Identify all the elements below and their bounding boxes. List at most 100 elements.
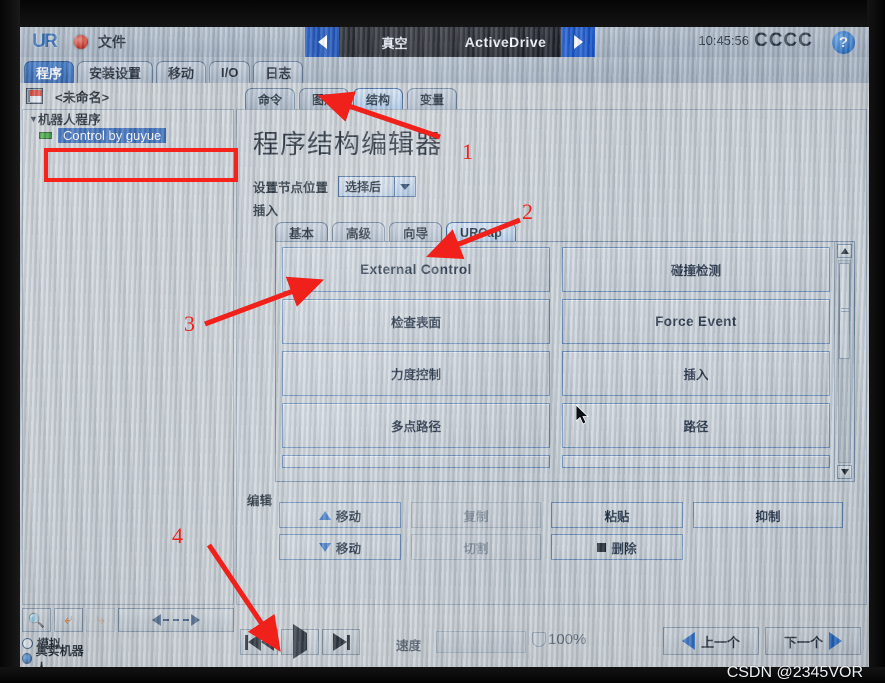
tab-graphics[interactable]: 图形 [299,88,350,109]
page-title: 程序结构编辑器 [253,129,443,159]
scrollbar-thumb[interactable] [839,263,850,359]
copy-button[interactable]: 复制 [411,502,541,528]
redo-button[interactable]: ⤷ [86,608,115,632]
tree-item-control-by-guyue[interactable]: Control by guyue [23,127,233,144]
prev-mode-button[interactable] [305,27,339,57]
speed-value: 100% [548,631,587,648]
file-menu-icon[interactable] [74,35,88,49]
mode-option-real-robot-label: 真实机器人 [35,643,84,668]
file-menu-label[interactable]: 文件 [98,32,126,52]
skip-forward-button[interactable] [322,629,360,655]
urcap-button-collision-detect[interactable]: 碰撞检测 [562,247,830,292]
annotation-highlight-box [44,148,238,182]
arrow-up-icon [318,510,331,520]
mouse-cursor [576,405,589,425]
cut-button[interactable]: 切割 [411,534,541,560]
monitor-bezel-right [867,0,885,683]
move-down-button[interactable]: 移动 [279,534,401,560]
shield-icon [532,632,546,647]
urcap-button-external-control[interactable]: External Control [282,247,550,292]
annotation-number-4: 4 [172,523,183,548]
move-up-button[interactable]: 移动 [279,502,401,528]
tab-io[interactable]: I/O [209,61,251,83]
tree-root-label: 机器人程序 [38,113,101,127]
urcap-button-grid: External Control 碰撞检测 检查表面 Force Event 力… [276,242,834,481]
tab-variables[interactable]: 变量 [407,88,458,109]
insert-label: 插入 [253,204,279,218]
annotation-number-2: 2 [522,199,533,224]
tab-structure[interactable]: 结构 [353,88,404,109]
tree-toolbar: 🔍 ⤶ ⤷ 模拟 真实机器人 [22,605,234,667]
chevron-right-icon [573,35,583,49]
radio-icon-selected [22,653,32,664]
arrow-left-icon [681,632,695,650]
skip-back-button[interactable] [240,629,278,655]
urcap-button-force-event[interactable]: Force Event [562,299,830,344]
node-position-select[interactable]: 选择后 [338,176,417,197]
tab-move[interactable]: 移动 [156,61,207,83]
urcap-button-inspect-surface[interactable]: 检查表面 [282,299,550,344]
tab-urcap[interactable]: URCap [446,222,516,242]
node-icon [39,132,52,139]
speed-slider[interactable] [436,631,526,653]
playback-controls [240,624,360,659]
delete-label: 删除 [611,541,637,556]
urcap-button-grid-wrapper: External Control 碰撞检测 检查表面 Force Event 力… [275,241,855,482]
robot-name-label: CCCC [754,30,813,51]
scrollbar-track[interactable] [838,260,851,463]
urcap-grid-scrollbar[interactable] [834,242,854,481]
step-nav-buttons: 上一个 下一个 [663,627,861,655]
next-step-button[interactable]: 下一个 [765,627,861,655]
previous-step-label: 上一个 [700,634,740,650]
pan-slider[interactable] [118,608,234,632]
arrow-down-icon [318,542,331,552]
urcap-button-partial-left[interactable] [282,455,550,468]
urcap-button-partial-right[interactable] [562,455,830,468]
monitor-bezel-left [0,0,20,683]
command-category-tabs: 基本 高级 向导 URCap [275,220,855,242]
urcap-button-multipoint-path[interactable]: 多点路径 [282,403,550,448]
clock: 10:45:56 [698,33,749,48]
delete-square-icon [597,542,607,552]
tab-basic[interactable]: 基本 [275,222,329,242]
undo-button[interactable]: ⤶ [54,608,83,632]
teach-pendant-screen: UR 文件 真空 ActiveDrive 10:45:56 CCCC ? 程序 … [20,27,869,667]
main-tab-bar: 程序 安装设置 移动 I/O 日志 [20,57,869,83]
tab-advanced[interactable]: 高级 [332,222,386,242]
suppress-button[interactable]: 抑制 [693,502,843,528]
tree-item-label: Control by guyue [58,128,167,143]
tab-program[interactable]: 程序 [24,61,75,83]
next-mode-button[interactable] [561,27,595,57]
previous-step-button[interactable]: 上一个 [663,627,759,655]
sub-tab-bar: 命令 图形 结构 变量 [235,83,869,109]
delete-button[interactable]: 删除 [551,534,683,560]
urcap-button-insert[interactable]: 插入 [562,351,830,396]
paste-button[interactable]: 粘贴 [551,502,683,528]
pan-track [163,619,189,621]
zoom-in-button[interactable]: 🔍 [22,608,51,632]
tree-root-item[interactable]: ▼ 机器人程序 [23,110,233,127]
tab-wizard[interactable]: 向导 [389,222,443,242]
edit-section-label: 编辑 [247,494,273,508]
tab-log[interactable]: 日志 [253,61,304,83]
program-name-label: <未命名> [55,89,110,105]
undo-arrow-icon: ⤶ [64,611,73,628]
tab-installation[interactable]: 安装设置 [77,61,154,83]
scroll-up-arrow-icon[interactable] [837,244,852,258]
tree-expand-icon[interactable]: ▼ [29,114,38,124]
speed-value-display: 100% [532,631,586,648]
play-button[interactable] [281,624,319,659]
mode-switch-bar: 真空 ActiveDrive [305,27,595,57]
chevron-down-icon[interactable] [394,177,416,196]
node-position-value: 选择后 [345,180,382,194]
urcap-button-path[interactable]: 路径 [562,403,830,448]
tab-command[interactable]: 命令 [245,88,296,109]
mode-option-real-robot[interactable]: 真实机器人 [22,644,86,667]
urcap-button-force-control[interactable]: 力度控制 [282,351,550,396]
radio-icon [22,638,33,649]
help-icon[interactable]: ? [832,31,855,54]
save-icon[interactable] [26,88,43,104]
scroll-down-arrow-icon[interactable] [837,465,852,479]
play-icon [293,624,307,659]
program-tree-panel[interactable]: ▼ 机器人程序 Control by guyue [22,109,234,605]
